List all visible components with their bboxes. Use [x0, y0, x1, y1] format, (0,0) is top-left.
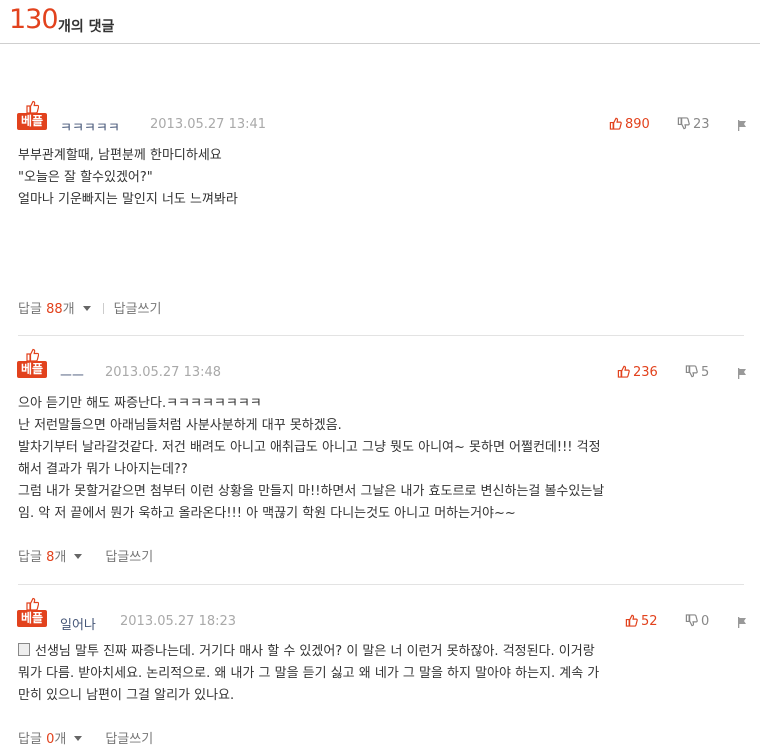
dislike-button[interactable]: 0 [685, 614, 709, 629]
thumbs-up-icon [26, 348, 39, 362]
write-reply-button[interactable]: 답글쓰기 [105, 550, 153, 565]
reply-count: 0 [46, 732, 55, 747]
comment-body: 으아 듣기만 해도 짜증난다.ㅋㅋㅋㅋㅋㅋㅋㅋ 난 저런말들으면 아래님들처럼 … [18, 396, 605, 521]
comments-header: 130 개의 댓글 [0, 0, 760, 44]
dislike-count: 23 [693, 117, 710, 132]
thumbs-down-icon [685, 365, 698, 378]
dislike-button[interactable]: 5 [685, 365, 709, 380]
thumbs-up-icon [625, 614, 638, 627]
comment-count-label: 개의 댓글 [58, 19, 115, 35]
best-comment-badge: 베플 [17, 348, 47, 381]
like-count: 890 [625, 117, 650, 132]
comment-footer: 답글 8개 답글쓰기 [18, 546, 153, 565]
document-icon [18, 643, 30, 656]
like-count: 236 [633, 365, 658, 380]
thumbs-up-icon [26, 100, 39, 114]
like-count: 52 [641, 614, 658, 629]
thumbs-up-icon [617, 365, 630, 378]
like-button[interactable]: 890 [609, 117, 650, 132]
thumbs-up-icon [26, 597, 39, 611]
thumbs-up-icon [609, 117, 622, 130]
write-reply-button[interactable]: 답글쓰기 [105, 732, 153, 747]
chevron-down-icon [74, 736, 83, 741]
comment-footer: 답글 88개 답글쓰기 [18, 298, 161, 317]
reply-toggle[interactable]: 답글 8개 [18, 550, 83, 565]
report-icon[interactable] [737, 616, 749, 628]
dislike-count: 0 [701, 614, 710, 629]
reply-toggle[interactable]: 답글 0개 [18, 732, 83, 747]
best-comment-badge: 베플 [17, 597, 47, 630]
comment-author[interactable]: 일어나 [60, 614, 96, 633]
comment-author[interactable]: ㅡㅡ [60, 365, 84, 384]
chevron-down-icon [82, 306, 91, 311]
reply-toggle[interactable]: 답글 88개 [18, 302, 91, 317]
comment-author[interactable]: ㅋㅋㅋㅋㅋ [60, 117, 120, 136]
comment-body: 선생님 말투 진짜 짜증나는데. 거기다 매사 할 수 있겠어? 이 말은 너 … [18, 643, 600, 703]
divider [18, 335, 744, 336]
thumbs-down-icon [677, 117, 690, 130]
dislike-count: 5 [701, 365, 710, 380]
like-button[interactable]: 236 [617, 365, 658, 380]
reply-count: 88 [46, 302, 63, 317]
chevron-down-icon [74, 554, 83, 559]
write-reply-button[interactable]: 답글쓰기 [114, 302, 162, 317]
best-comment-badge: 베플 [17, 100, 47, 133]
comment-date: 2013.05.27 13:41 [150, 117, 267, 132]
comment-count: 130 [9, 4, 59, 35]
report-icon[interactable] [737, 367, 749, 379]
report-icon[interactable] [737, 119, 749, 131]
like-button[interactable]: 52 [625, 614, 658, 629]
comment-footer: 답글 0개 답글쓰기 [18, 728, 153, 747]
comment-date: 2013.05.27 18:23 [120, 614, 237, 629]
dislike-button[interactable]: 23 [677, 117, 710, 132]
comment-date: 2013.05.27 13:48 [105, 365, 222, 380]
divider [18, 584, 744, 585]
thumbs-down-icon [685, 614, 698, 627]
comment-body: 부부관계할때, 남편분께 한마디하세요 "오늘은 잘 할수있겠어?" 얼마나 기… [18, 148, 238, 207]
